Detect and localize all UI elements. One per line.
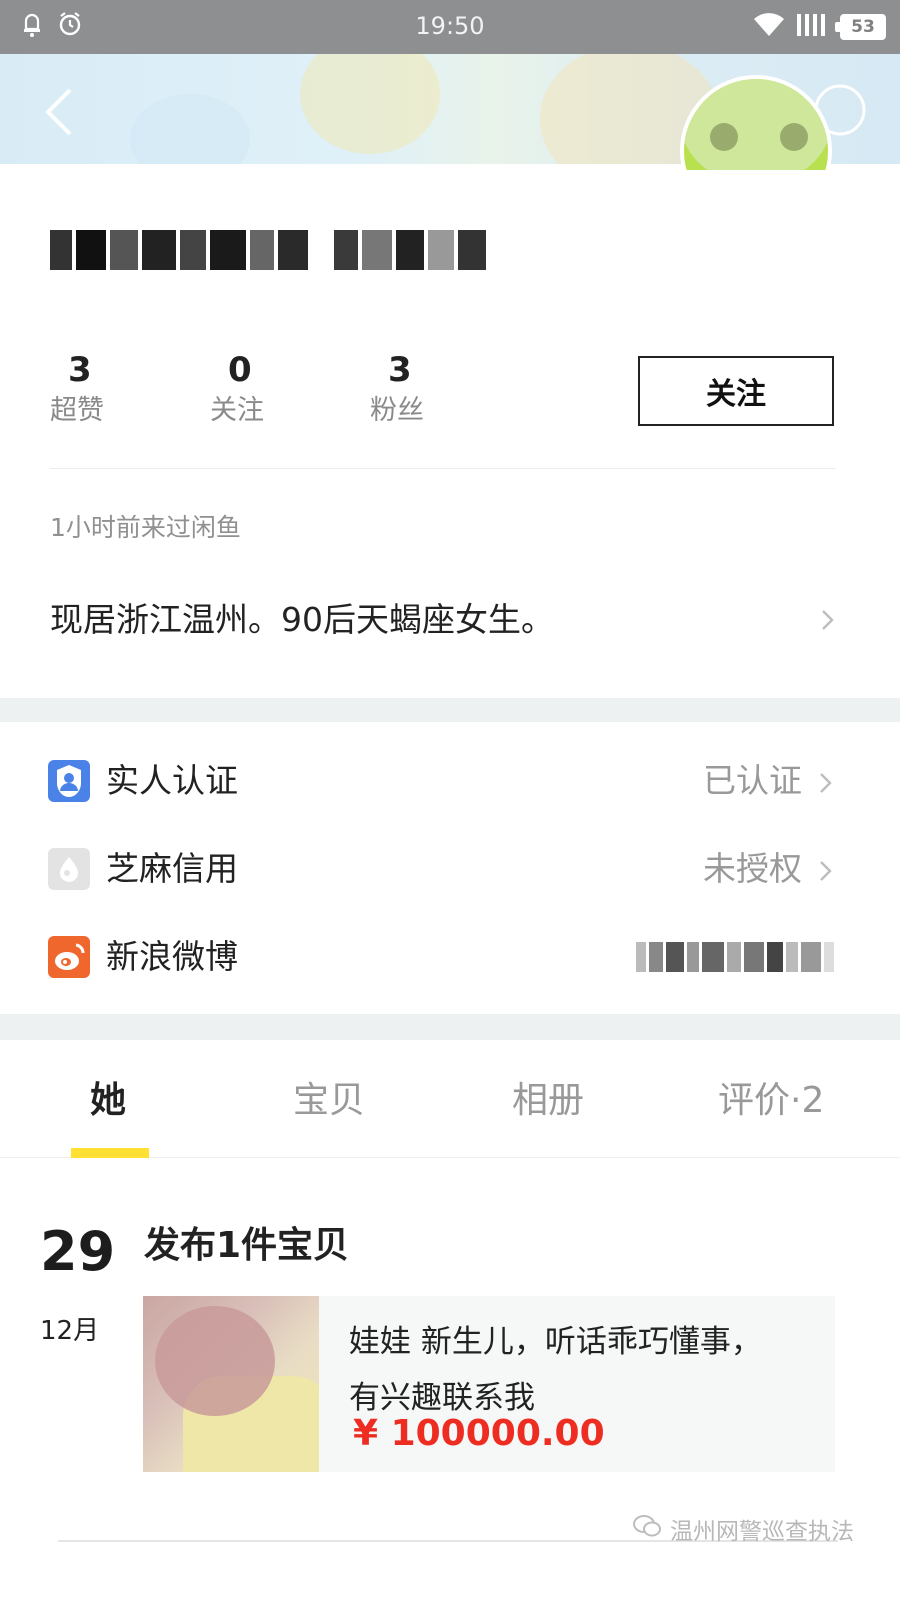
status-bar: 19:50 53 [0, 0, 900, 54]
chevron-right-icon [818, 856, 834, 886]
watermark-text: 温州网警巡查执法 [670, 1519, 854, 1545]
stat-label: 超赞 [50, 395, 104, 426]
avatar-eye [710, 123, 738, 151]
verification-status: 已认证 [703, 761, 802, 800]
username-mosaic [50, 225, 486, 275]
bio-text: 现居浙江温州。90后天蝎座女生。 [50, 600, 554, 639]
verification-row-weibo[interactable]: 新浪微博 [48, 928, 834, 988]
tab-her[interactable]: 她 [90, 1076, 126, 1126]
follow-button[interactable]: 关注 [638, 356, 834, 426]
verification-label: 芝麻信用 [106, 849, 238, 888]
weibo-account-mosaic [636, 942, 834, 972]
avatar-highlight [684, 79, 828, 185]
signal-icon [796, 12, 830, 42]
tab-album[interactable]: 相册 [512, 1076, 584, 1126]
item-description-line: 娃娃 新生儿，听话乖巧懂事， [349, 1324, 762, 1360]
stat-value: 3 [388, 350, 412, 390]
feed-entry-title: 发布1件宝贝 [144, 1225, 350, 1266]
item-card[interactable]: 娃娃 新生儿，听话乖巧懂事， 有兴趣联系我 ¥ 100000.00 [143, 1296, 835, 1472]
watermark: 温州网警巡查执法 [632, 1512, 854, 1546]
verification-row-sesame-credit[interactable]: 芝麻信用 未授权 [48, 840, 834, 900]
post-day: 29 [40, 1220, 116, 1283]
last-seen-text: 1小时前来过闲鱼 [50, 513, 241, 542]
verification-label: 新浪微博 [106, 937, 238, 976]
profile-stats: 3 超赞 0 关注 3 粉丝 [50, 350, 530, 432]
stat-value: 3 [68, 350, 92, 390]
stat-value: 0 [228, 350, 252, 390]
divider [50, 468, 836, 469]
stat-followers[interactable]: 3 粉丝 [370, 350, 530, 432]
post-month: 12月 [40, 1316, 100, 1346]
stat-likes[interactable]: 3 超赞 [50, 350, 210, 432]
banner-decoration [300, 54, 440, 154]
profile-tabs: 她 宝贝 相册 评价·2 [0, 1040, 900, 1158]
active-tab-indicator [71, 1148, 149, 1158]
tab-items[interactable]: 宝贝 [293, 1076, 365, 1126]
wifi-icon [752, 12, 786, 42]
stat-label: 关注 [210, 395, 264, 426]
section-separator [0, 1014, 900, 1040]
verification-list: 实人认证 已认证 芝麻信用 未授权 新浪微博 [0, 722, 900, 1014]
back-button[interactable] [36, 84, 84, 140]
item-price: ¥ 100000.00 [353, 1413, 605, 1454]
sesame-credit-icon [48, 848, 90, 890]
verification-label: 实人认证 [106, 761, 238, 800]
item-description: 娃娃 新生儿，听话乖巧懂事， 有兴趣联系我 [349, 1314, 819, 1426]
tab-reviews[interactable]: 评价·2 [718, 1076, 824, 1126]
verification-status: 未授权 [703, 849, 802, 888]
stat-following[interactable]: 0 关注 [210, 350, 370, 432]
wechat-icon [632, 1513, 662, 1545]
person-id-icon [48, 760, 90, 802]
item-thumbnail [143, 1296, 319, 1472]
stat-label: 粉丝 [370, 395, 424, 426]
activity-feed: 29 12月 发布1件宝贝 娃娃 新生儿，听话乖巧懂事， 有兴趣联系我 ¥ 10… [0, 1160, 900, 1600]
profile-section: 3 超赞 0 关注 3 粉丝 关注 1小时前来过闲鱼 现居浙江温州。90后天蝎座… [0, 170, 900, 698]
chevron-right-icon [820, 605, 836, 635]
verification-row-real-person[interactable]: 实人认证 已认证 [48, 752, 834, 812]
weibo-icon [48, 936, 90, 978]
bio-row[interactable]: 现居浙江温州。90后天蝎座女生。 [50, 595, 836, 645]
battery-indicator: 53 [835, 14, 886, 40]
banner-decoration [130, 94, 250, 164]
avatar-eye [780, 123, 808, 151]
chevron-right-icon [818, 768, 834, 798]
section-separator [0, 698, 900, 722]
